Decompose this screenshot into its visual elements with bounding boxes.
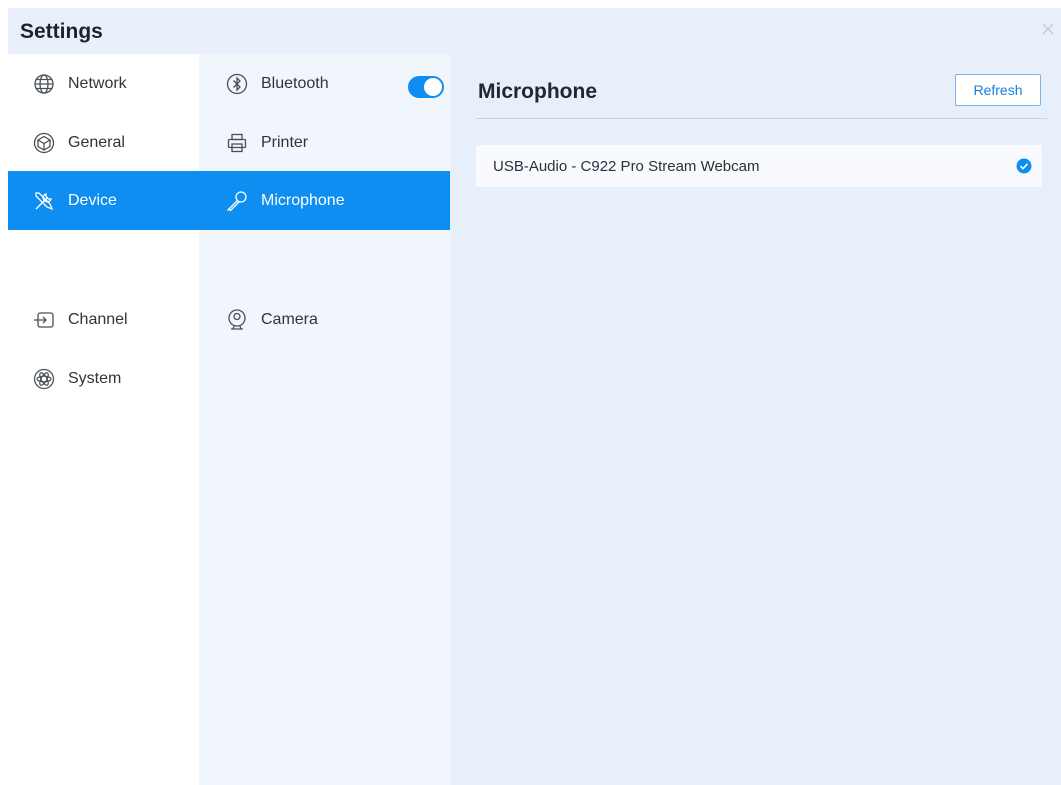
subcategory-item-printer[interactable]: Printer (225, 113, 445, 172)
close-icon[interactable] (1039, 20, 1057, 38)
subcategory-label: Printer (261, 133, 309, 151)
globe-icon (32, 72, 56, 96)
webcam-icon (225, 308, 249, 332)
device-list-item[interactable]: USB-Audio - C922 Pro Stream Webcam (476, 145, 1042, 187)
subcategory-label: Camera (261, 310, 318, 328)
category-item-system[interactable]: System (32, 349, 192, 408)
category-label: General (68, 133, 125, 151)
checkmark-icon (1016, 158, 1032, 174)
category-item-channel[interactable]: Channel (32, 290, 192, 349)
divider (476, 118, 1047, 119)
category-sidebar: Network General Channel System (8, 54, 199, 785)
title-bar: Settings (8, 8, 1061, 54)
toggle-knob (424, 78, 442, 96)
cube-icon (32, 131, 56, 155)
settings-window: Settings Network General Channel System … (8, 8, 1061, 785)
bluetooth-icon (225, 72, 249, 96)
atom-icon (32, 367, 56, 391)
refresh-button[interactable]: Refresh (955, 74, 1041, 106)
subcategory-label: Microphone (261, 191, 345, 209)
category-label: Network (68, 74, 127, 92)
tools-icon (32, 189, 56, 213)
category-item-network[interactable]: Network (32, 54, 192, 113)
subcategory-label: Bluetooth (261, 74, 329, 92)
category-label: Channel (68, 310, 128, 328)
category-item-general[interactable]: General (32, 113, 192, 172)
printer-icon (225, 131, 249, 155)
microphone-panel: Microphone Refresh USB-Audio - C922 Pro … (450, 54, 1061, 785)
device-name: USB-Audio - C922 Pro Stream Webcam (493, 157, 760, 175)
subcategory-list: Bluetooth Printer Camera (199, 54, 450, 785)
category-item-device[interactable]: Device (32, 171, 192, 230)
window-title: Settings (20, 20, 103, 43)
category-label: System (68, 369, 122, 387)
category-label: Device (68, 191, 117, 209)
input-source-icon (32, 308, 56, 332)
subcategory-item-microphone[interactable]: Microphone (225, 171, 445, 230)
bluetooth-toggle[interactable] (408, 76, 444, 98)
microphone-icon (225, 189, 249, 213)
subcategory-item-camera[interactable]: Camera (225, 290, 445, 349)
selected-row-highlight: Device Microphone (8, 171, 450, 230)
panel-title: Microphone (478, 80, 597, 103)
